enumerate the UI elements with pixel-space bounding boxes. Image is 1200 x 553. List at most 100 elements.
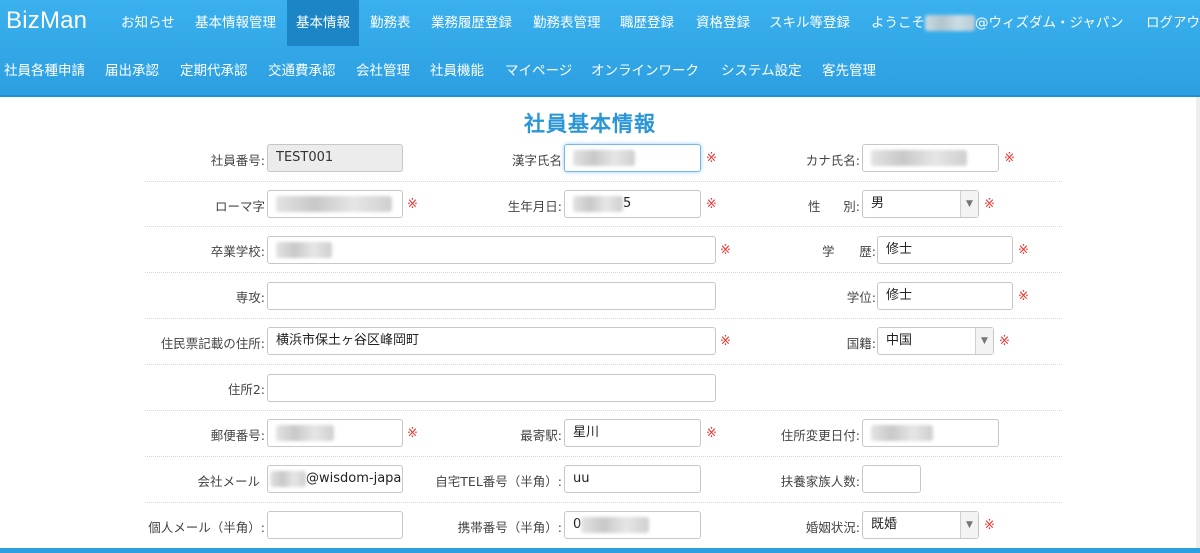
chevron-down-icon: ▼ (975, 328, 993, 354)
nav-item-basic-info[interactable]: 基本情報 (287, 0, 359, 46)
required-mark: ※ (407, 197, 418, 212)
redacted-value (871, 149, 967, 166)
education-field[interactable]: 修士 (877, 236, 1013, 264)
kana-name-label: カナ氏名: (805, 153, 860, 168)
address2-label: 住所2: (227, 382, 265, 397)
company-email-label: 会社メール (197, 474, 260, 489)
required-mark: ※ (407, 426, 418, 441)
company-email-visible-part: @wisdom-japa (306, 471, 402, 486)
row-divider (145, 502, 1062, 503)
nav-item-system-settings[interactable]: システム設定 (721, 48, 802, 94)
required-mark: ※ (720, 334, 731, 349)
required-mark: ※ (706, 151, 717, 166)
nav-item-my-page[interactable]: マイページ (505, 48, 572, 94)
bottom-border (0, 548, 1200, 553)
nearest-station-label: 最寄駅: (520, 428, 562, 443)
registered-address-field[interactable]: 横浜市保土ヶ谷区峰岡町 (267, 327, 716, 355)
school-field[interactable] (267, 236, 716, 264)
nav-item-timesheet[interactable]: 勤務表 (370, 0, 411, 46)
education-label-b: 歴: (859, 244, 876, 259)
gender-label-b: 別: (843, 199, 860, 214)
postal-code-field[interactable] (267, 419, 403, 447)
nav-item-timesheet-management[interactable]: 勤務表管理 (533, 0, 601, 46)
degree-field[interactable]: 修士 (877, 282, 1013, 310)
address-change-date-field[interactable] (862, 419, 999, 447)
birth-date-label: 生年月日: (507, 199, 562, 214)
required-mark: ※ (706, 197, 717, 212)
nav-item-career[interactable]: 職歴登録 (620, 0, 674, 46)
nav-item-online-work[interactable]: オンラインワーク (591, 48, 699, 94)
nav-item-employee-applications[interactable]: 社員各種申請 (4, 48, 85, 94)
marital-status-value: 既婚 (871, 517, 898, 532)
kana-name-field[interactable] (862, 144, 999, 172)
required-mark: ※ (706, 426, 717, 441)
required-mark: ※ (984, 197, 995, 212)
education-label-a: 学 (822, 244, 835, 259)
address2-field[interactable] (267, 374, 716, 402)
major-field[interactable] (267, 282, 716, 310)
required-mark: ※ (999, 334, 1010, 349)
nav-item-client-management[interactable]: 客先管理 (822, 48, 876, 94)
top-navigation-bar: BizMan お知らせ 基本情報管理 基本情報 勤務表 業務履歴登録 勤務表管理… (0, 0, 1200, 97)
row-divider (145, 364, 1062, 365)
mobile-field[interactable]: 0 (564, 511, 701, 539)
row-divider (145, 456, 1062, 457)
redacted-value (276, 241, 332, 258)
row-divider (145, 226, 1062, 227)
nav-item-news[interactable]: お知らせ (121, 0, 175, 46)
registered-address-label: 住民票記載の住所: (160, 336, 265, 351)
nav-item-employee-functions[interactable]: 社員機能 (430, 48, 484, 94)
romaji-field[interactable] (267, 190, 403, 218)
logout-link[interactable]: ログアウト (1146, 0, 1200, 46)
chevron-down-icon: ▼ (960, 191, 978, 217)
nav-item-work-history[interactable]: 業務履歴登録 (431, 0, 512, 46)
marital-status-select[interactable]: 既婚 ▼ (862, 511, 979, 539)
nearest-station-field[interactable]: 星川 (564, 419, 701, 447)
birth-date-field[interactable]: 5 (564, 190, 701, 218)
required-mark: ※ (1018, 243, 1029, 258)
nav-item-transport-approval[interactable]: 交通費承認 (268, 48, 336, 94)
postal-code-label: 郵便番号: (210, 428, 265, 443)
nav-item-commuter-pass-approval[interactable]: 定期代承認 (180, 48, 248, 94)
gender-label-a: 性 (808, 199, 821, 214)
gender-value: 男 (871, 196, 885, 211)
marital-status-label: 婚姻状況: (805, 520, 860, 535)
user-greeting: ようこそ @ウィズダム・ジャパン (871, 0, 1124, 46)
redacted-value (270, 470, 306, 487)
home-tel-field[interactable]: uu (564, 465, 701, 493)
mobile-visible-part: 0 (573, 517, 582, 532)
redacted-value (276, 195, 392, 212)
required-mark: ※ (1004, 151, 1015, 166)
redacted-value (871, 424, 933, 441)
romaji-label: ローマ字 (214, 199, 265, 214)
address-change-date-label: 住所変更日付: (780, 428, 860, 443)
gender-select[interactable]: 男 ▼ (862, 190, 979, 218)
row-divider (145, 318, 1062, 319)
school-label: 卒業学校: (210, 244, 265, 259)
home-tel-label: 自宅TEL番号（半角）: (435, 474, 562, 489)
dependents-label: 扶養家族人数: (780, 474, 860, 489)
redacted-value (573, 149, 635, 166)
nationality-select[interactable]: 中国 ▼ (877, 327, 994, 355)
mobile-label: 携帯番号（半角）: (457, 520, 562, 535)
required-mark: ※ (720, 243, 731, 258)
employee-no-field[interactable]: TEST001 (267, 144, 403, 172)
company-email-field[interactable]: @wisdom-japa (267, 465, 403, 493)
redacted-value (581, 516, 650, 533)
nav-item-notification-approval[interactable]: 届出承認 (105, 48, 159, 94)
kanji-name-field[interactable] (564, 144, 701, 172)
nav-item-qualifications[interactable]: 資格登録 (696, 0, 750, 46)
kanji-name-label: 漢字氏名 (511, 153, 562, 168)
nav-item-skills[interactable]: スキル等登録 (769, 0, 850, 46)
nav-item-company-management[interactable]: 会社管理 (356, 48, 410, 94)
personal-email-field[interactable] (267, 511, 403, 539)
scrollbar[interactable] (1196, 97, 1200, 553)
nav-item-basic-info-management[interactable]: 基本情報管理 (195, 0, 276, 46)
employee-no-label: 社員番号: (210, 153, 265, 168)
page-title: 社員基本情報 (524, 112, 656, 136)
brand-logo[interactable]: BizMan (6, 7, 87, 35)
greeting-suffix: @ウィズダム・ジャパン (975, 15, 1124, 31)
redacted-username (925, 15, 975, 31)
dependents-field[interactable] (862, 465, 921, 493)
personal-email-label: 個人メール（半角）: (148, 520, 265, 535)
